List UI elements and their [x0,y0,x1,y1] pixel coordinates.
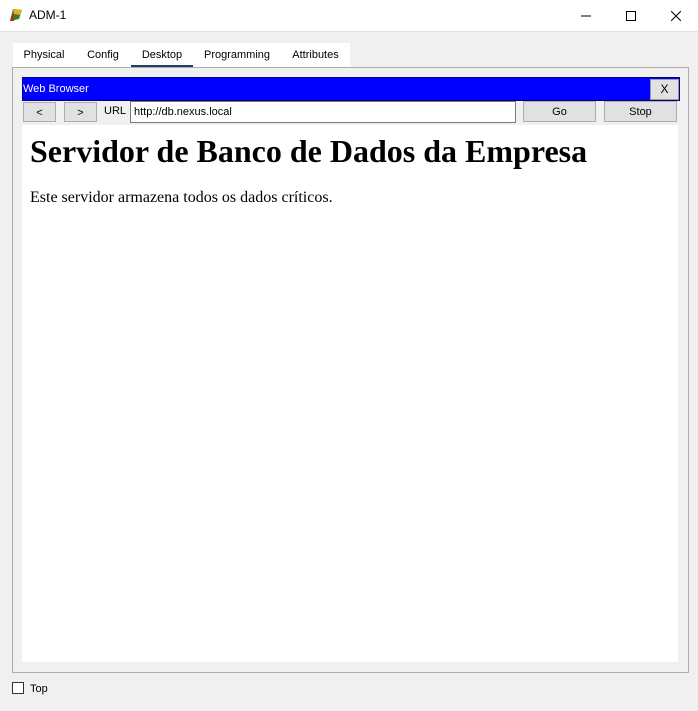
browser-content: Servidor de Banco de Dados da Empresa Es… [22,125,678,662]
back-button[interactable]: < [23,102,56,122]
top-checkbox[interactable] [12,682,24,694]
minimize-icon [581,15,591,16]
maximize-icon [626,10,636,21]
tab-bar: Physical Config Desktop Programming Attr… [13,43,350,68]
tab-attributes[interactable]: Attributes [281,43,350,68]
web-browser-header: Web Browser X [22,77,680,101]
maximize-button[interactable] [608,0,654,31]
page-heading: Servidor de Banco de Dados da Empresa [30,133,588,169]
page-paragraph: Este servidor armazena todos os dados cr… [30,189,333,206]
close-icon [671,10,681,21]
stop-button[interactable]: Stop [604,101,677,122]
tab-desktop[interactable]: Desktop [131,43,193,68]
web-browser-title: Web Browser [23,83,89,95]
tab-config[interactable]: Config [75,43,131,68]
browser-close-button[interactable]: X [650,79,679,100]
app-icon [10,9,22,21]
close-button[interactable] [653,0,698,31]
minimize-button[interactable] [563,0,609,31]
url-label: URL [104,105,127,117]
url-input[interactable] [130,101,516,123]
forward-button[interactable]: > [64,102,97,122]
tab-programming[interactable]: Programming [193,43,281,68]
window-title: ADM-1 [29,8,67,22]
title-bar: ADM-1 [0,0,698,32]
tab-physical[interactable]: Physical [13,43,75,68]
go-button[interactable]: Go [523,101,596,122]
top-label: Top [30,683,48,695]
